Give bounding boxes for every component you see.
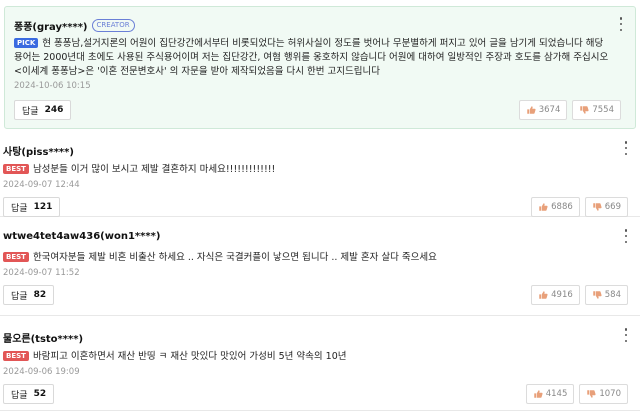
comment-text: BEST 한국여자분들 제발 비혼 비출산 하세요 .. 자식은 국결커플이 낳으… — [3, 251, 583, 265]
creator-badge: CREATOR — [91, 19, 135, 32]
thumbs-up-icon — [533, 390, 543, 398]
comment-header: wtwe4tet4aw436(won1****) — [3, 231, 160, 242]
like-count: 6886 — [551, 202, 573, 212]
like-button[interactable]: 3674 — [518, 100, 568, 120]
comment-text-content: 남성분들 이거 많이 보시고 제발 결혼하지 마세요!!!!!!!!!!!!! — [32, 164, 276, 175]
reply-count: 82 — [33, 290, 47, 300]
dislike-count: 584 — [604, 290, 621, 300]
more-options-icon[interactable] — [619, 17, 623, 31]
like-button[interactable]: 6886 — [531, 197, 580, 217]
pick-badge: PICK — [14, 38, 39, 48]
comment-text-content: 현 퐁퐁남,설거지론의 어원이 집단강간에서부터 비롯되었다는 허위사실이 정도… — [14, 38, 609, 77]
comment-item: 물오른(tsto****) BEST 바람피고 이혼하면서 재산 반띵 ㅋ 재산 … — [0, 316, 640, 411]
dislike-button[interactable]: 7554 — [572, 100, 621, 120]
vote-group: 6886 669 — [531, 197, 628, 217]
dislike-count: 7554 — [592, 105, 614, 115]
reply-count: 52 — [33, 389, 47, 399]
more-options-icon[interactable] — [624, 328, 628, 342]
reply-label: 답글 — [22, 106, 39, 117]
comment-author[interactable]: 물오른(tsto****) — [3, 330, 83, 345]
comment-date: 2024-09-07 12:44 — [3, 180, 80, 190]
comment-date: 2024-09-07 11:52 — [3, 268, 80, 278]
comment-author[interactable]: 사탕(piss****) — [3, 143, 74, 158]
comment-item: 사탕(piss****) BEST 남성분들 이거 많이 보시고 제발 결혼하지 … — [0, 129, 640, 217]
best-badge: BEST — [3, 252, 29, 262]
comment-author[interactable]: wtwe4tet4aw436(won1****) — [3, 231, 160, 242]
best-badge: BEST — [3, 164, 29, 174]
thumbs-down-icon — [593, 291, 602, 299]
comment-text: PICK 현 퐁퐁남,설거지론의 어원이 집단강간에서부터 비롯되었다는 허위사실… — [14, 37, 609, 79]
like-button[interactable]: 4916 — [531, 285, 580, 305]
comment-item-pinned: 퐁퐁(gray****) CREATOR PICK 현 퐁퐁남,설거지론의 어원이… — [4, 6, 636, 129]
thumbs-down-icon — [580, 106, 589, 114]
like-button[interactable]: 4145 — [525, 384, 575, 404]
like-count: 3674 — [538, 105, 561, 115]
reply-button[interactable]: 답글 246 — [14, 100, 72, 120]
thumbs-down-icon — [593, 203, 602, 211]
dislike-count: 1070 — [599, 389, 621, 399]
reply-count: 121 — [33, 202, 53, 212]
more-options-icon[interactable] — [624, 229, 628, 243]
comment-text-content: 바람피고 이혼하면서 재산 반띵 ㅋ 재산 맛있다 맛있어 가성비 5년 약속의… — [32, 351, 347, 362]
comment-author[interactable]: 퐁퐁(gray****) — [14, 18, 88, 33]
comment-date: 2024-10-06 10:15 — [14, 81, 91, 91]
vote-group: 4145 1070 — [525, 384, 628, 404]
vote-group: 3674 7554 — [518, 100, 621, 120]
comment-date: 2024-09-06 19:09 — [3, 367, 80, 377]
like-count: 4916 — [551, 290, 573, 300]
dislike-button[interactable]: 669 — [584, 197, 628, 217]
reply-label: 답글 — [11, 291, 28, 302]
reply-button[interactable]: 답글 52 — [3, 384, 55, 404]
comment-header: 물오른(tsto****) — [3, 330, 83, 345]
reply-button[interactable]: 답글 82 — [3, 285, 55, 305]
comment-text: BEST 남성분들 이거 많이 보시고 제발 결혼하지 마세요!!!!!!!!!!… — [3, 163, 583, 177]
comment-text: BEST 바람피고 이혼하면서 재산 반띵 ㅋ 재산 맛있다 맛있어 가성비 5년… — [3, 350, 583, 364]
reply-count: 246 — [44, 105, 64, 115]
best-badge: BEST — [3, 351, 29, 361]
comment-list: 퐁퐁(gray****) CREATOR PICK 현 퐁퐁남,설거지론의 어원이… — [0, 6, 640, 415]
reply-label: 답글 — [11, 203, 28, 214]
dislike-count: 669 — [604, 202, 621, 212]
comment-item: wtwe4tet4aw436(won1****) BEST 한국여자분들 제발 비… — [0, 217, 640, 316]
thumbs-up-icon — [526, 106, 536, 114]
comment-text-content: 한국여자분들 제발 비혼 비출산 하세요 .. 자식은 국결커플이 낳으면 됩니… — [32, 252, 437, 263]
reply-label: 답글 — [11, 390, 28, 401]
comment-header: 퐁퐁(gray****) CREATOR — [14, 18, 135, 33]
thumbs-up-icon — [539, 203, 548, 211]
thumbs-down-icon — [587, 390, 596, 398]
reply-button[interactable]: 답글 121 — [3, 197, 61, 217]
vote-group: 4916 584 — [531, 285, 628, 305]
like-count: 4145 — [545, 389, 568, 399]
comment-header: 사탕(piss****) — [3, 143, 74, 158]
dislike-button[interactable]: 1070 — [579, 384, 628, 404]
thumbs-up-icon — [539, 291, 548, 299]
dislike-button[interactable]: 584 — [584, 285, 628, 305]
more-options-icon[interactable] — [624, 141, 628, 155]
